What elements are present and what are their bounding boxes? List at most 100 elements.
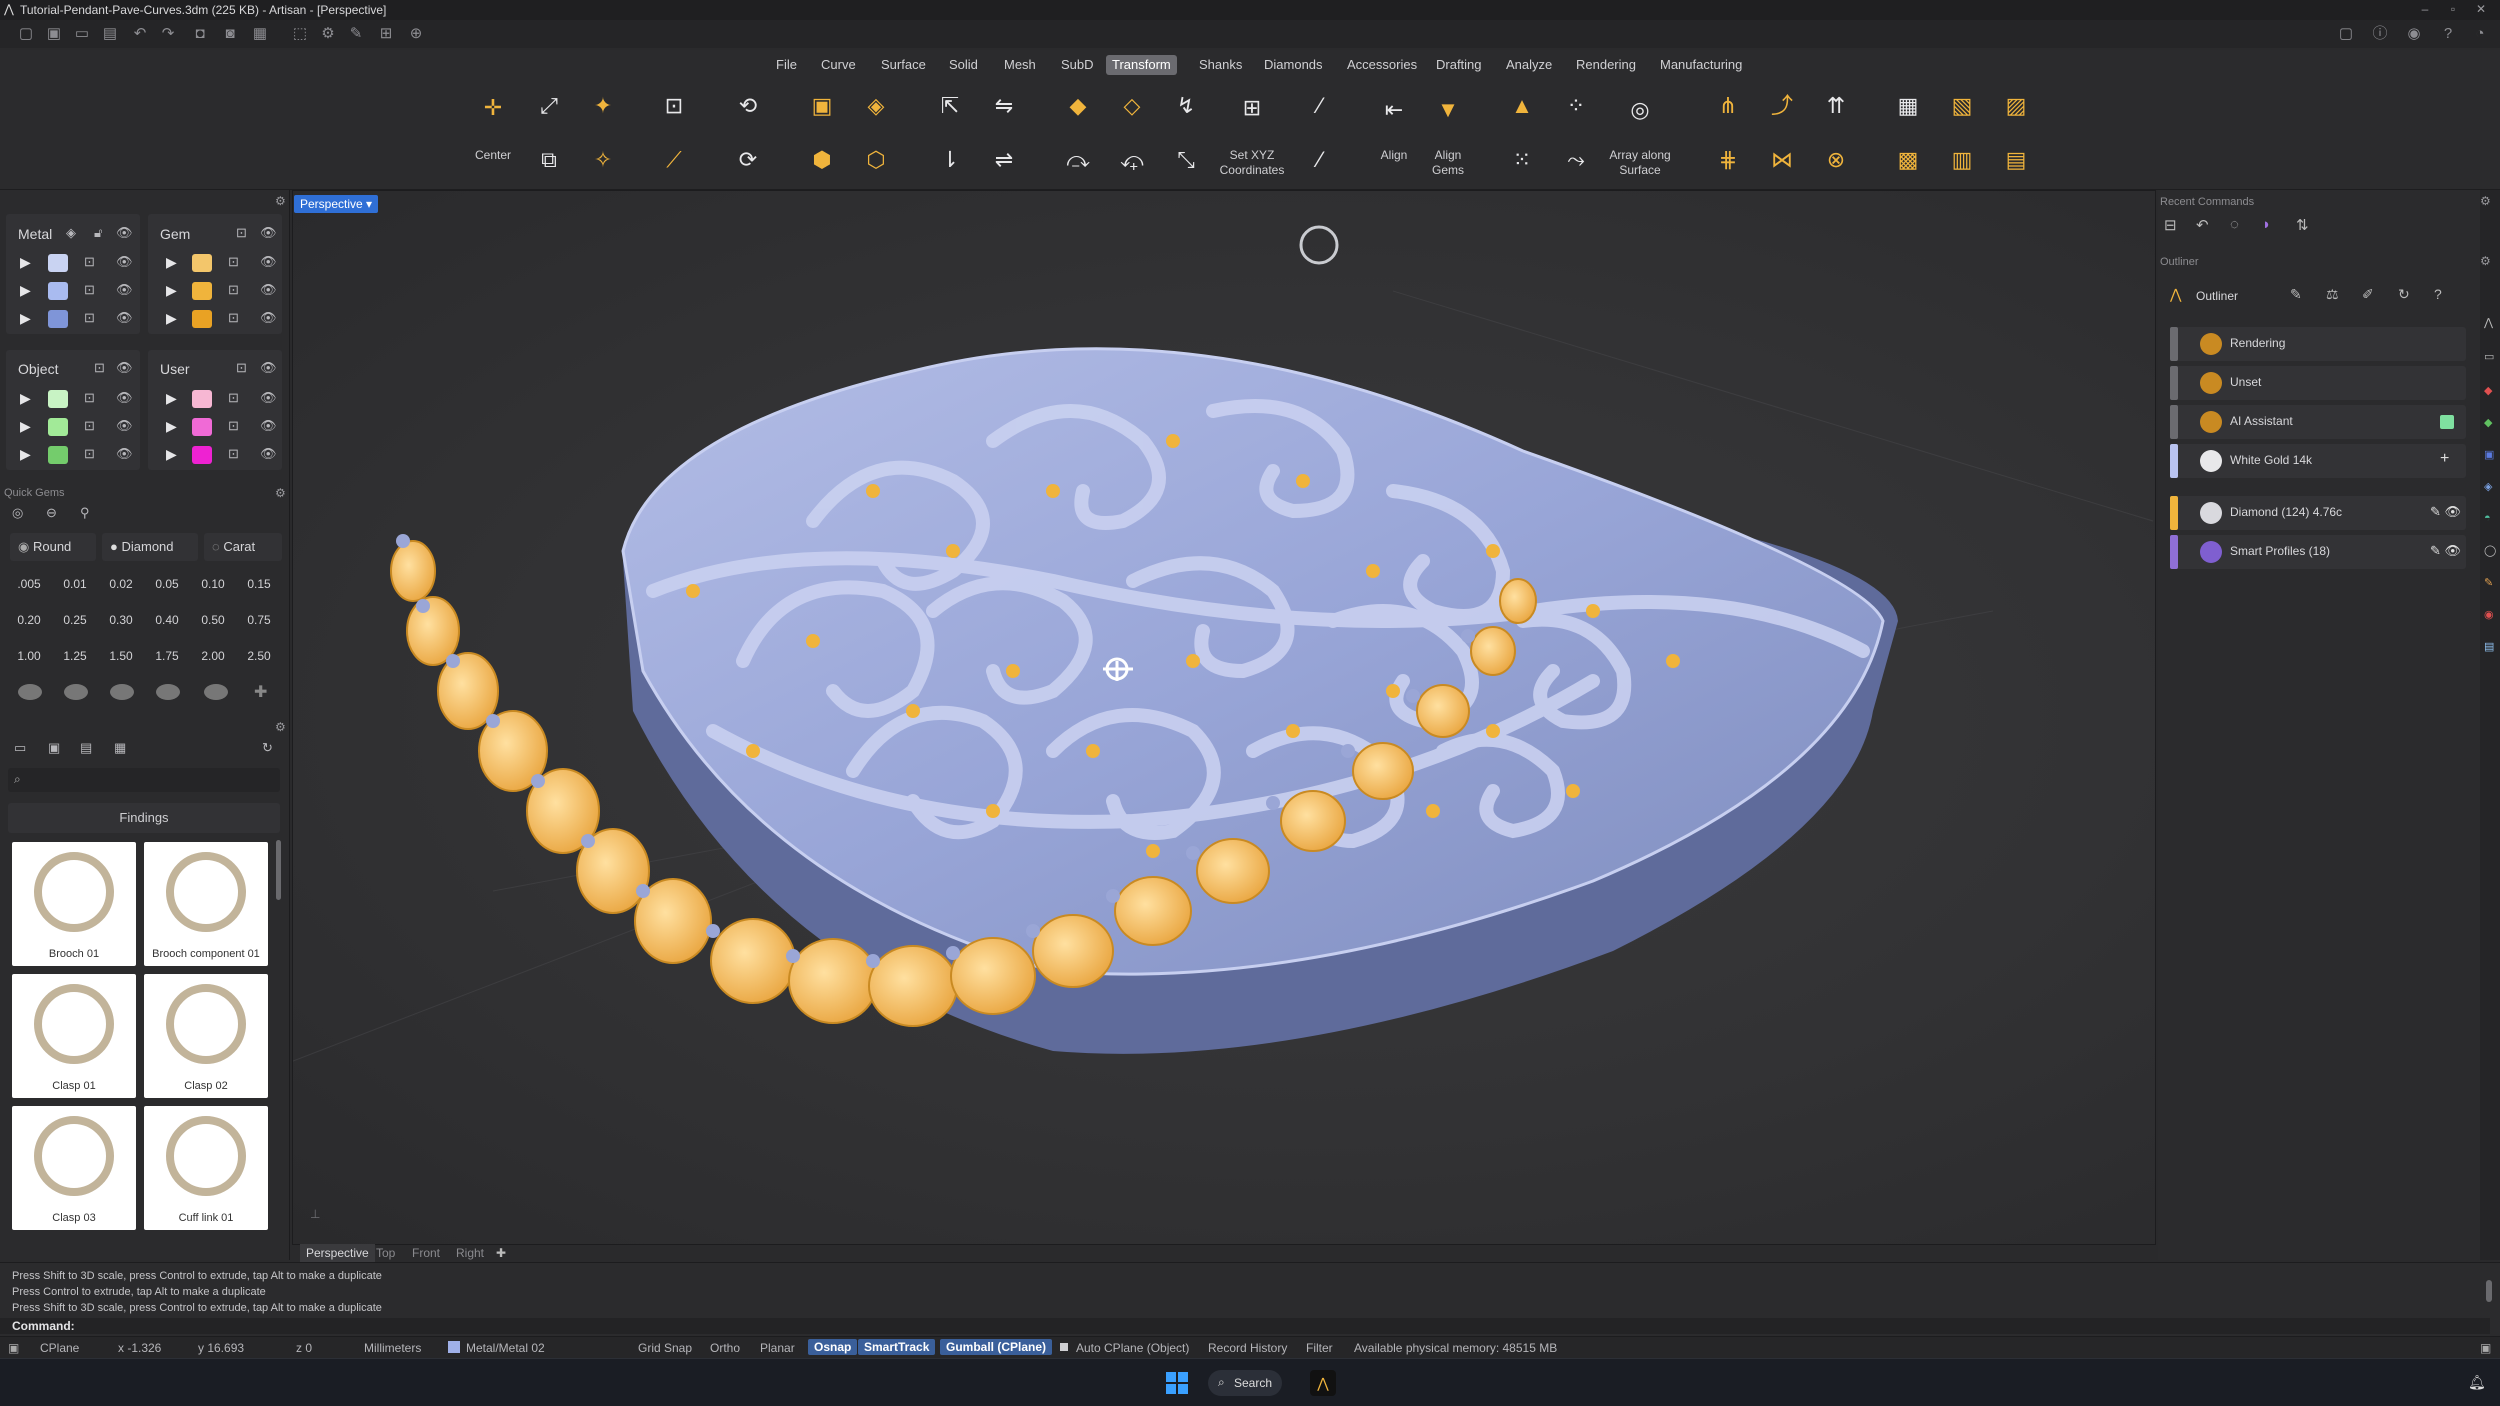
gem-layer-3-select-icon[interactable]: ▶ bbox=[166, 310, 177, 327]
user-layer-3-swatch[interactable] bbox=[192, 446, 212, 464]
strip-artisan-icon[interactable]: ⋀ bbox=[2484, 316, 2493, 329]
new-template-icon[interactable]: ▣ bbox=[44, 24, 64, 44]
recent-profile-icon[interactable]: ◗ bbox=[2262, 216, 2271, 233]
outliner-balance-icon[interactable]: ⚖ bbox=[2326, 286, 2339, 303]
taskbar-search[interactable]: ⌕ Search bbox=[1208, 1370, 1282, 1396]
object-layer-2-lock-icon[interactable]: ⊡ bbox=[84, 418, 95, 434]
outliner-row[interactable]: AI Assistant bbox=[2170, 405, 2466, 439]
minimize-icon[interactable]: – bbox=[2418, 2, 2432, 16]
library-settings-icon[interactable]: ⚙ bbox=[275, 720, 286, 734]
gem-layer-3-swatch[interactable] bbox=[192, 310, 212, 328]
scale-tool-icon[interactable]: ⊡ bbox=[652, 84, 696, 128]
import-icon[interactable]: ▤ bbox=[100, 24, 120, 44]
user-layer-1-lock-icon[interactable]: ⊡ bbox=[228, 390, 239, 406]
mirror-3d-tool-icon[interactable]: ⇌ bbox=[982, 138, 1026, 182]
user-layer-2-swatch[interactable] bbox=[192, 418, 212, 436]
mirror-tool-icon[interactable]: ⇋ bbox=[982, 84, 1026, 128]
carat-size-button[interactable]: 0.02 bbox=[98, 568, 144, 600]
user-lock-icon[interactable]: ⊡ bbox=[236, 360, 247, 376]
outliner-row-actions-icon[interactable]: ✎ 👁︎ bbox=[2430, 543, 2461, 559]
object-lock-icon[interactable]: ⊡ bbox=[94, 360, 105, 376]
view-tab-right[interactable]: Right bbox=[456, 1244, 484, 1262]
taper-tool-icon[interactable]: ⤽ bbox=[1110, 138, 1154, 182]
copy-tool-icon[interactable]: ⧉ bbox=[527, 138, 571, 182]
user-layer-2-lock-icon[interactable]: ⊡ bbox=[228, 418, 239, 434]
library-category-select[interactable]: Findings bbox=[8, 803, 280, 833]
outliner-row[interactable]: Unset bbox=[2170, 366, 2466, 400]
menu-manufacturing[interactable]: Manufacturing bbox=[1654, 55, 1748, 75]
strip-tools-icon[interactable]: ✎ bbox=[2484, 576, 2493, 589]
outliner-row-actions-icon[interactable]: ✎ 👁︎ bbox=[2430, 504, 2461, 520]
strip-layer-icon[interactable]: ▭ bbox=[2484, 350, 2494, 363]
metal-lock-icon[interactable]: 🔓︎ bbox=[94, 225, 102, 241]
metal-layer-3-swatch[interactable] bbox=[48, 310, 68, 328]
user-layer-3-select-icon[interactable]: ▶ bbox=[166, 446, 177, 463]
object-layer-1-lock-icon[interactable]: ⊡ bbox=[84, 390, 95, 406]
outliner-row[interactable]: Diamond (124) 4.76c ✎ 👁︎ bbox=[2170, 496, 2466, 530]
status-gumball[interactable]: Gumball (CPlane) bbox=[940, 1339, 1053, 1355]
cage-move-tool-icon[interactable]: ▨ bbox=[1994, 84, 2038, 128]
flow-surface-tool-icon[interactable]: ◇ bbox=[1110, 84, 1154, 128]
menu-subd[interactable]: SubD bbox=[1055, 55, 1100, 75]
carat-size-button[interactable]: 1.50 bbox=[98, 640, 144, 672]
status-record-history[interactable]: Record History bbox=[1208, 1341, 1287, 1355]
object-layer-2-select-icon[interactable]: ▶ bbox=[20, 418, 31, 435]
object-layer-2-eye-icon[interactable]: 👁︎ bbox=[116, 418, 133, 434]
status-smarttrack[interactable]: SmartTrack bbox=[858, 1339, 936, 1355]
array-curve-tool-icon[interactable]: ⁘ bbox=[1554, 84, 1598, 128]
library-item[interactable]: Brooch component 01 bbox=[144, 842, 268, 966]
box-scale-tool-icon[interactable]: ◈ bbox=[854, 84, 898, 128]
gem-layer-2-swatch[interactable] bbox=[192, 282, 212, 300]
user-layer-1-eye-icon[interactable]: 👁︎ bbox=[260, 390, 277, 406]
status-cplane[interactable]: CPlane bbox=[40, 1341, 79, 1355]
library-item[interactable]: Cuff link 01 bbox=[144, 1106, 268, 1230]
gem-add-icon[interactable]: ⊖ bbox=[46, 505, 57, 521]
status-filter[interactable]: Filter bbox=[1306, 1341, 1333, 1355]
carat-size-button[interactable]: 2.00 bbox=[190, 640, 236, 672]
gem-cut-select[interactable]: ● Diamond bbox=[102, 533, 198, 561]
status-planar[interactable]: Planar bbox=[760, 1341, 795, 1355]
cage-edit-tool-icon[interactable]: ▧ bbox=[1940, 84, 1984, 128]
carat-size-button[interactable]: 0.10 bbox=[190, 568, 236, 600]
new-file-icon[interactable]: ▢ bbox=[16, 24, 36, 44]
object-layer-3-select-icon[interactable]: ▶ bbox=[20, 446, 31, 463]
menu-mesh[interactable]: Mesh bbox=[998, 55, 1042, 75]
menu-shanks[interactable]: Shanks bbox=[1193, 55, 1248, 75]
box-mirror-tool-icon[interactable]: ⬡ bbox=[854, 138, 898, 182]
carat-size-button[interactable]: 0.25 bbox=[52, 604, 98, 636]
gem-layer-2-select-icon[interactable]: ▶ bbox=[166, 282, 177, 299]
carat-size-button[interactable]: 1.75 bbox=[144, 640, 190, 672]
help-icon[interactable]: ? bbox=[2438, 24, 2458, 44]
recent-circle-icon[interactable]: ◌ bbox=[2230, 216, 2239, 233]
squish-tool-icon[interactable]: ⁄ bbox=[1298, 138, 1342, 182]
viewport-title[interactable]: Perspective ▾ bbox=[294, 195, 379, 213]
maximize-icon[interactable]: ▫ bbox=[2446, 2, 2460, 16]
carat-size-button[interactable]: 1.25 bbox=[52, 640, 98, 672]
render-icon[interactable]: ⬚ bbox=[290, 24, 310, 44]
strip-display-icon[interactable]: ◯ bbox=[2484, 544, 2496, 557]
object-layer-3-lock-icon[interactable]: ⊡ bbox=[84, 446, 95, 462]
recent-fit-icon[interactable]: ⊟ bbox=[2164, 216, 2177, 234]
gem-layer-3-eye-icon[interactable]: 👁︎ bbox=[260, 310, 277, 326]
align-gems-icon[interactable]: ▼ bbox=[1426, 88, 1470, 132]
gem-shape-oval-icon[interactable] bbox=[64, 684, 88, 700]
command-scrollbar[interactable] bbox=[2486, 1280, 2492, 1302]
tool-icon[interactable]: ✎ bbox=[346, 24, 366, 44]
account-icon[interactable]: ◉ bbox=[2404, 24, 2424, 44]
gem-shape-marquise-icon[interactable] bbox=[204, 684, 228, 700]
close-icon[interactable]: ✕ bbox=[2474, 2, 2488, 16]
save-icon[interactable]: ◘ bbox=[190, 24, 210, 44]
status-grid-snap[interactable]: Grid Snap bbox=[638, 1341, 692, 1355]
cage-scale-tool-icon[interactable]: ▩ bbox=[1886, 138, 1930, 182]
strip-material-icon[interactable]: ◆ bbox=[2484, 384, 2492, 397]
metal-layer-2-select-icon[interactable]: ▶ bbox=[20, 282, 31, 299]
library-folder-icon[interactable]: ▭ bbox=[14, 740, 26, 756]
taskbar-notification-icon[interactable]: 🔔︎ bbox=[2468, 1374, 2486, 1391]
metal-layer-1-lock-icon[interactable]: ⊡ bbox=[84, 254, 95, 270]
status-osnap[interactable]: Osnap bbox=[808, 1339, 858, 1355]
gem-layer-1-swatch[interactable] bbox=[192, 254, 212, 272]
strip-env-icon[interactable]: ◓ bbox=[2484, 512, 2491, 524]
deform-d-tool-icon[interactable]: ⋕ bbox=[1706, 138, 1750, 182]
object-layer-1-swatch[interactable] bbox=[48, 390, 68, 408]
outliner-row[interactable]: Rendering bbox=[2170, 327, 2466, 361]
